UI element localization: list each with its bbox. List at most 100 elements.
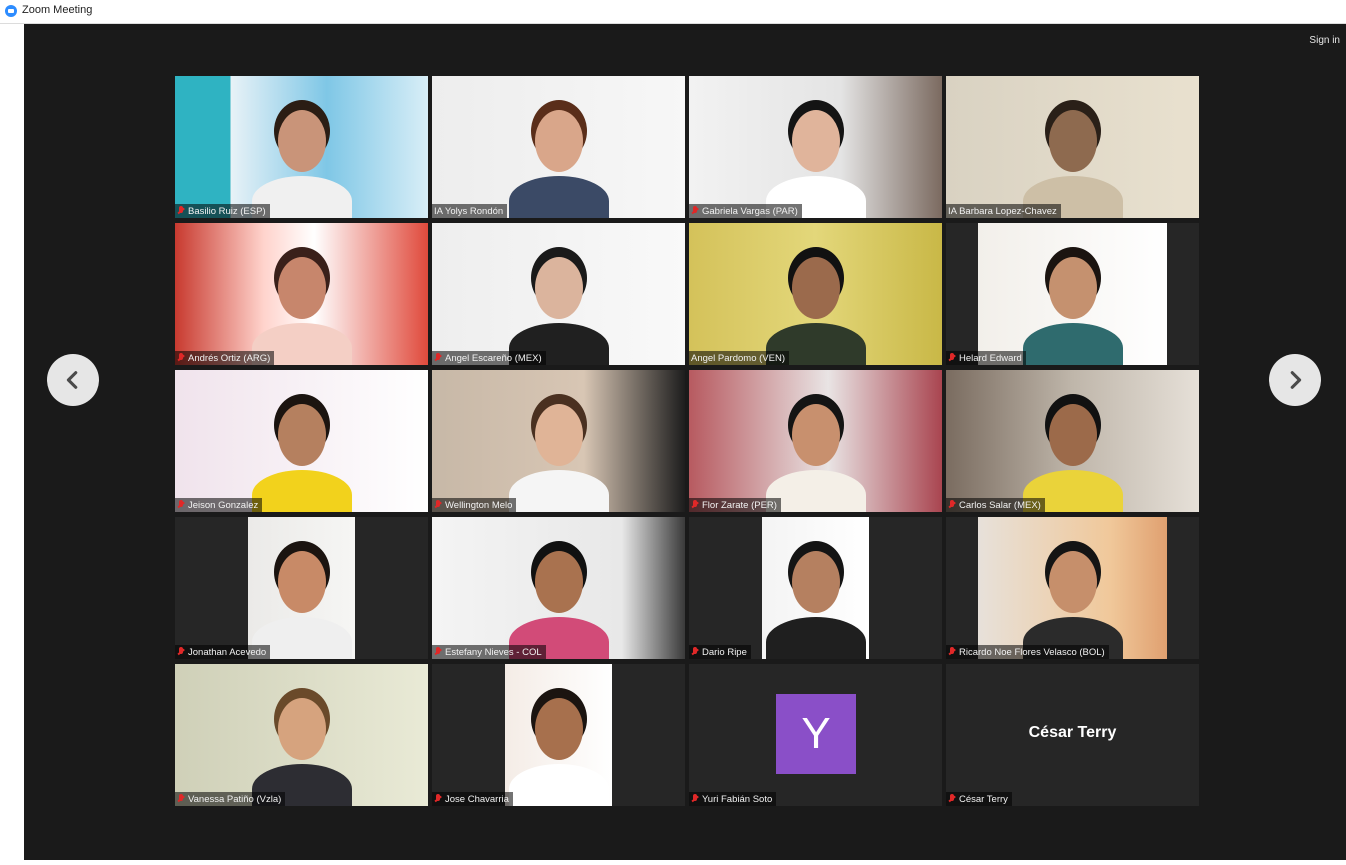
- participant-silhouette: [1013, 517, 1133, 659]
- participant-silhouette: [499, 370, 619, 512]
- participant-video: [432, 517, 685, 659]
- participant-silhouette: [756, 76, 876, 218]
- participant-name-bar: Vanessa Patiño (Vzla): [175, 792, 286, 806]
- participant-tile[interactable]: IA Barbara Lopez-Chavez: [946, 76, 1199, 218]
- participant-name-bar: Andrés Ortiz (ARG): [175, 351, 275, 365]
- participant-video: [175, 370, 428, 512]
- participant-tile[interactable]: Y Yuri Fabián Soto: [689, 664, 942, 806]
- participant-silhouette: [1013, 76, 1133, 218]
- participant-tile[interactable]: Angel Pardomo (VEN): [689, 223, 942, 365]
- muted-mic-icon: [177, 794, 185, 804]
- participant-tile[interactable]: Dario Ripe: [689, 517, 942, 659]
- window-left-edge: [0, 24, 24, 860]
- zoom-app-icon: [5, 5, 17, 17]
- participant-video: [689, 370, 942, 512]
- participant-name: Gabriela Vargas (PAR): [702, 205, 798, 217]
- participant-tile[interactable]: Wellington Melo: [432, 370, 685, 512]
- participant-tile[interactable]: Vanessa Patiño (Vzla): [175, 664, 428, 806]
- muted-mic-icon: [948, 353, 956, 363]
- participant-video: [432, 223, 685, 365]
- participant-silhouette: [242, 664, 362, 806]
- participant-tile[interactable]: Ricardo Noe Flores Velasco (BOL): [946, 517, 1199, 659]
- muted-mic-icon: [434, 794, 442, 804]
- participant-name-bar: Helard Edward: [946, 351, 1026, 365]
- participant-video: [946, 370, 1199, 512]
- participant-tile[interactable]: IA Yolys Rondón: [432, 76, 685, 218]
- participant-silhouette: [756, 517, 876, 659]
- muted-mic-icon: [177, 353, 185, 363]
- window-title: Zoom Meeting: [22, 4, 93, 16]
- participant-tile[interactable]: César Terry César Terry: [946, 664, 1199, 806]
- participant-name-bar: Gabriela Vargas (PAR): [689, 204, 802, 218]
- participant-name-bar: Wellington Melo: [432, 498, 517, 512]
- participant-name: Yuri Fabián Soto: [702, 793, 773, 805]
- muted-mic-icon: [948, 647, 956, 657]
- participant-name-bar: Angel Pardomo (VEN): [689, 351, 789, 365]
- muted-mic-icon: [177, 500, 185, 510]
- sign-in-link[interactable]: Sign in: [1309, 35, 1340, 46]
- participant-silhouette: [242, 517, 362, 659]
- chevron-left-icon: [66, 371, 78, 389]
- participant-silhouette: [499, 223, 619, 365]
- title-bar: Zoom Meeting: [0, 0, 1346, 24]
- participant-silhouette: [756, 370, 876, 512]
- participant-silhouette: [242, 223, 362, 365]
- participant-tile[interactable]: Andrés Ortiz (ARG): [175, 223, 428, 365]
- participant-video: [978, 223, 1167, 365]
- participant-silhouette: [499, 76, 619, 218]
- participant-video: [432, 370, 685, 512]
- participant-tile[interactable]: Flor Zarate (PER): [689, 370, 942, 512]
- participant-name-bar: IA Barbara Lopez-Chavez: [946, 204, 1061, 218]
- participant-name: Helard Edward: [959, 352, 1022, 364]
- participant-tile[interactable]: Jose Chavarria: [432, 664, 685, 806]
- participant-name-bar: Flor Zarate (PER): [689, 498, 781, 512]
- participant-name: Angel Pardomo (VEN): [691, 352, 785, 364]
- window-bottom-edge: [0, 860, 1346, 865]
- muted-mic-icon: [434, 647, 442, 657]
- participant-video: [432, 76, 685, 218]
- participant-name: Vanessa Patiño (Vzla): [188, 793, 282, 805]
- participant-name: Flor Zarate (PER): [702, 499, 777, 511]
- participant-name: IA Barbara Lopez-Chavez: [948, 205, 1057, 217]
- participant-name: Dario Ripe: [702, 646, 747, 658]
- participant-silhouette: [1013, 370, 1133, 512]
- participant-name: Jeison Gonzalez: [188, 499, 259, 511]
- participant-name-bar: Angel Escareño (MEX): [432, 351, 546, 365]
- muted-mic-icon: [948, 500, 956, 510]
- muted-mic-icon: [434, 500, 442, 510]
- participant-name: Angel Escareño (MEX): [445, 352, 542, 364]
- participant-video: [175, 76, 428, 218]
- participant-tile[interactable]: Jonathan Acevedo: [175, 517, 428, 659]
- participant-name-bar: Estefany Nieves - COL: [432, 645, 546, 659]
- meeting-stage: Sign in Basilio Ruiz (ESP) IA Yolys Rondó…: [24, 24, 1346, 860]
- participant-tile[interactable]: Gabriela Vargas (PAR): [689, 76, 942, 218]
- previous-page-button[interactable]: [47, 354, 99, 406]
- participant-name-bar: IA Yolys Rondón: [432, 204, 508, 218]
- participant-tile[interactable]: Estefany Nieves - COL: [432, 517, 685, 659]
- participant-name: IA Yolys Rondón: [434, 205, 504, 217]
- next-page-button[interactable]: [1269, 354, 1321, 406]
- participant-tile[interactable]: Angel Escareño (MEX): [432, 223, 685, 365]
- participant-tile[interactable]: Jeison Gonzalez: [175, 370, 428, 512]
- participant-name-bar: Dario Ripe: [689, 645, 751, 659]
- participant-video: [689, 76, 942, 218]
- participant-name-bar: César Terry: [946, 792, 1012, 806]
- participant-name: Ricardo Noe Flores Velasco (BOL): [959, 646, 1105, 658]
- participant-video: [175, 664, 428, 806]
- participant-name: Andrés Ortiz (ARG): [188, 352, 271, 364]
- participant-silhouette: [499, 517, 619, 659]
- participant-name-bar: Basilio Ruiz (ESP): [175, 204, 270, 218]
- participant-name-bar: Jeison Gonzalez: [175, 498, 263, 512]
- participant-silhouette: [1013, 223, 1133, 365]
- participant-name: Carlos Salar (MEX): [959, 499, 1041, 511]
- participant-tile[interactable]: Carlos Salar (MEX): [946, 370, 1199, 512]
- participant-name: Jose Chavarria: [445, 793, 509, 805]
- participant-tile[interactable]: Helard Edward: [946, 223, 1199, 365]
- participant-name-bar: Carlos Salar (MEX): [946, 498, 1045, 512]
- chevron-right-icon: [1290, 371, 1302, 389]
- participant-avatar: Y: [776, 694, 856, 774]
- participant-name: César Terry: [959, 793, 1008, 805]
- participant-silhouette: [499, 664, 619, 806]
- participant-tile[interactable]: Basilio Ruiz (ESP): [175, 76, 428, 218]
- participant-name-bar: Ricardo Noe Flores Velasco (BOL): [946, 645, 1109, 659]
